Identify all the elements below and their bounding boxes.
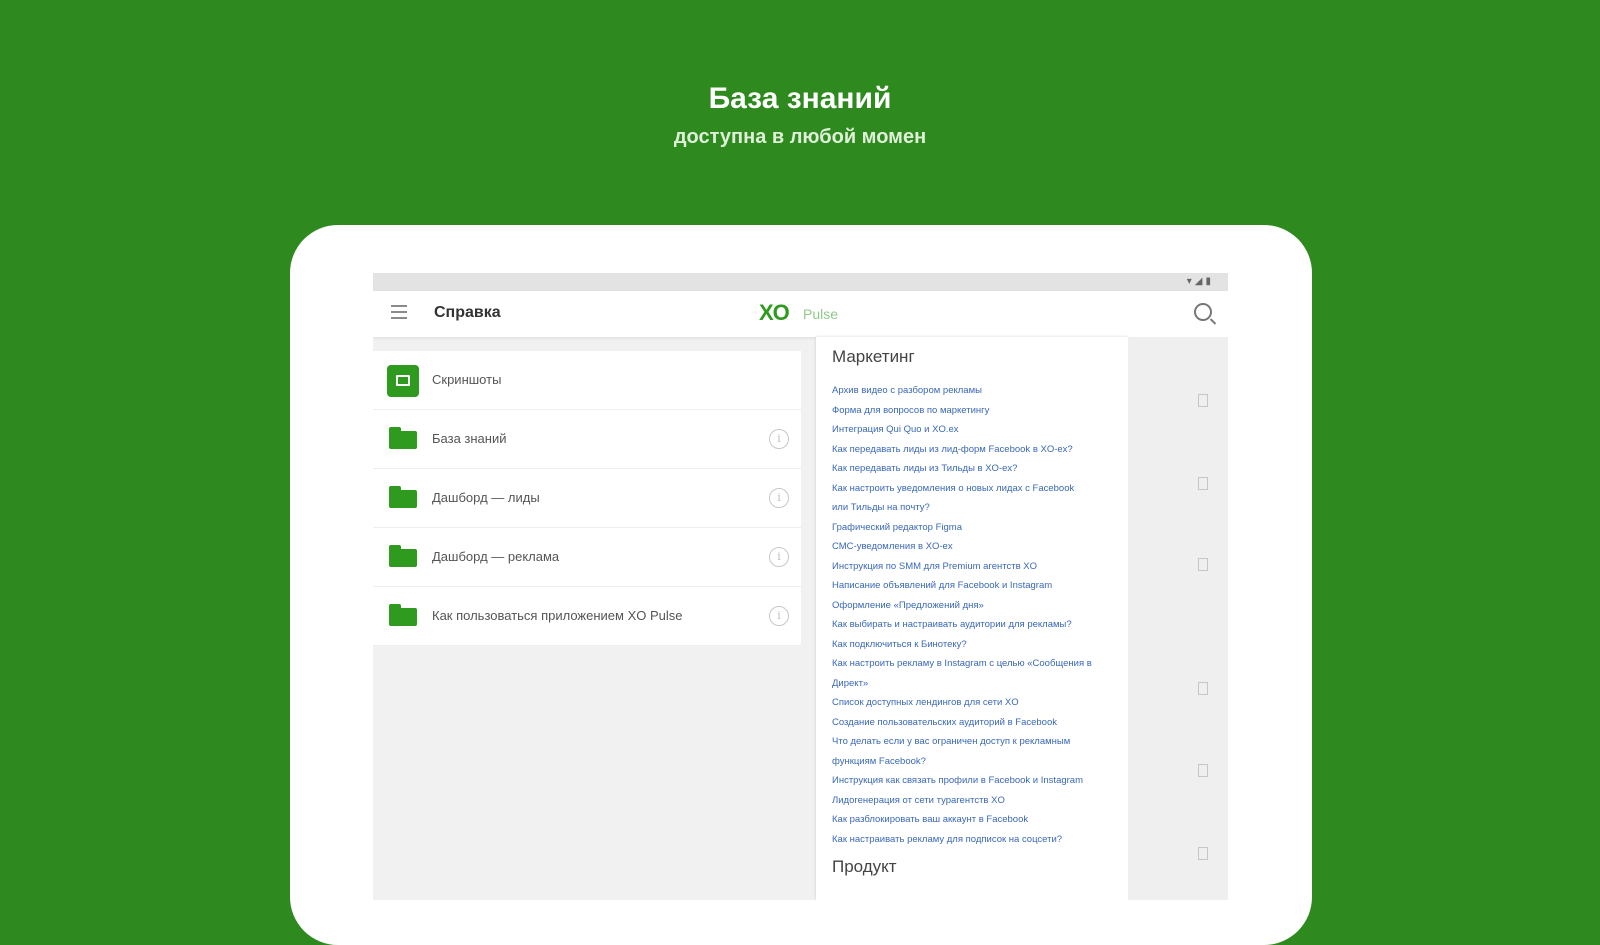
info-icon[interactable]: i xyxy=(769,547,789,567)
article-link[interactable]: Что делать если у вас ограничен доступ к… xyxy=(832,732,1122,752)
section-title-product: Продукт xyxy=(832,857,897,876)
article-link[interactable]: Оформление «Предложений дня» xyxy=(832,596,1122,616)
bookmark-icon[interactable] xyxy=(1198,847,1208,860)
list-item-knowledge-base[interactable]: База знаний i xyxy=(373,410,801,469)
list-item-label: Как пользоваться приложением XO Pulse xyxy=(432,608,683,623)
list-item-dashboard-leads[interactable]: Дашборд — лиды i xyxy=(373,469,801,528)
section-title-marketing: Маркетинг xyxy=(832,347,915,366)
list-item-label: Скриншоты xyxy=(432,372,502,387)
app-screen: ▾◢▮ Справка XO Pulse Скриншоты База знан… xyxy=(373,273,1228,900)
article-link[interactable]: Как передавать лиды из лид-форм Facebook… xyxy=(832,440,1122,460)
article-link[interactable]: Как настраивать рекламу для подписок на … xyxy=(832,830,1122,850)
article-link[interactable]: Как передавать лиды из Тильды в XO-ex? xyxy=(832,459,1122,479)
folder-icon xyxy=(389,545,417,567)
info-icon[interactable]: i xyxy=(769,488,789,508)
article-link[interactable]: Как выбирать и настраивать аудитории для… xyxy=(832,615,1122,635)
search-icon[interactable] xyxy=(1194,303,1212,321)
article-link[interactable]: Как настроить рекламу в Instagram с цель… xyxy=(832,654,1122,674)
article-link[interactable]: Инструкция как связать профили в Faceboo… xyxy=(832,771,1122,791)
bookmark-icon[interactable] xyxy=(1198,558,1208,571)
article-link[interactable]: Список доступных лендингов для сети XO xyxy=(832,693,1122,713)
app-title: Справка xyxy=(434,304,501,321)
right-gutter xyxy=(1128,337,1228,900)
logo-subtitle: Pulse xyxy=(803,306,839,322)
folder-icon xyxy=(389,604,417,626)
status-bar: ▾◢▮ xyxy=(373,273,1228,291)
article-link[interactable]: функциям Facebook? xyxy=(832,752,1122,772)
app-bar: Справка XO Pulse xyxy=(373,291,1228,338)
list-item-dashboard-ads[interactable]: Дашборд — реклама i xyxy=(373,528,801,587)
folder-icon xyxy=(389,427,417,449)
promo-subtitle: доступна в любой момен xyxy=(673,126,927,148)
article-link[interactable]: Как разблокировать ваш аккаунт в Faceboo… xyxy=(832,810,1122,830)
logo: XO xyxy=(759,300,790,325)
list-item-label: Дашборд — лиды xyxy=(432,490,540,505)
menu-icon[interactable] xyxy=(391,305,407,319)
info-icon[interactable]: i xyxy=(769,429,789,449)
article-link[interactable]: Написание объявлений для Facebook и Inst… xyxy=(832,576,1122,596)
detail-panel: Маркетинг Архив видео с разбором рекламы… xyxy=(816,337,1128,900)
marketing-links: Архив видео с разбором рекламы Форма для… xyxy=(832,381,1122,849)
promo-title: База знаний xyxy=(708,82,892,115)
image-icon xyxy=(387,365,419,397)
folder-icon xyxy=(389,486,417,508)
bookmark-icon[interactable] xyxy=(1198,477,1208,490)
article-link[interactable]: Создание пользовательских аудиторий в Fa… xyxy=(832,713,1122,733)
article-link[interactable]: Как настроить уведомления о новых лидах … xyxy=(832,479,1122,499)
list-item-label: База знаний xyxy=(432,431,507,446)
bookmark-icon[interactable] xyxy=(1198,682,1208,695)
info-icon[interactable]: i xyxy=(769,606,789,626)
article-link[interactable]: Лидогенерация от сети турагентств XO xyxy=(832,791,1122,811)
list-item-screenshots[interactable]: Скриншоты xyxy=(373,351,801,410)
article-link[interactable]: Графический редактор Figma xyxy=(832,518,1122,538)
bookmark-icon[interactable] xyxy=(1198,394,1208,407)
article-link[interactable]: Инструкция по SMM для Premium агентств X… xyxy=(832,557,1122,577)
status-icons: ▾◢▮ xyxy=(1186,276,1214,287)
list-item-label: Дашборд — реклама xyxy=(432,549,560,564)
article-link[interactable]: или Тильды на почту? xyxy=(832,498,1122,518)
article-link[interactable]: Форма для вопросов по маркетингу xyxy=(832,401,1122,421)
article-link[interactable]: Директ» xyxy=(832,674,1122,694)
article-link[interactable]: Интеграция Qui Quo и XO.ex xyxy=(832,420,1122,440)
bookmark-icon[interactable] xyxy=(1198,764,1208,777)
article-link[interactable]: Как подключиться к Бинотеку? xyxy=(832,635,1122,655)
folder-list: Скриншоты База знаний i Дашборд — лиды i… xyxy=(373,337,801,900)
article-link[interactable]: СМС-уведомления в XO-ex xyxy=(832,537,1122,557)
list-item-how-to-use[interactable]: Как пользоваться приложением XO Pulse i xyxy=(373,587,801,646)
article-link[interactable]: Архив видео с разбором рекламы xyxy=(832,381,1122,401)
